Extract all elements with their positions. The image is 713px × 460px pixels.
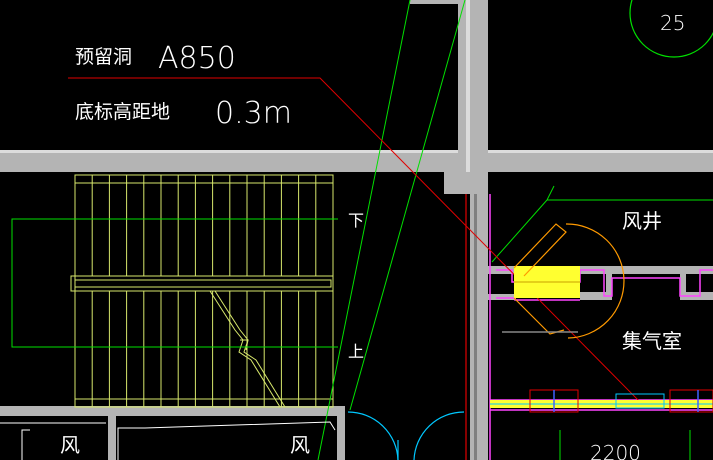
horizontal-wall — [0, 150, 713, 172]
bottom-elevation-label: 底标高距地 — [75, 101, 170, 123]
plenum-room-label: 集气室 — [622, 329, 682, 353]
stair-up-label: 上 — [348, 342, 364, 361]
reserved-opening-value: A850 — [158, 41, 236, 76]
wind-label-left: 风 — [60, 433, 80, 457]
axis-number: 25 — [660, 11, 685, 35]
reserved-opening-label: 预留洞 — [75, 46, 132, 68]
wind-shaft-label: 风井 — [622, 209, 662, 233]
canvas-background — [0, 0, 713, 460]
cad-drawing-canvas[interactable]: 下 上 预留洞 A850 底标高距地 0.3m 25 风井 集气室 2200 风… — [0, 0, 713, 460]
bottom-elevation-value: 0.3m — [215, 96, 292, 131]
wind-label-right: 风 — [290, 433, 310, 457]
vertical-wall — [458, 0, 488, 172]
dimension-2200: 2200 — [590, 441, 641, 460]
column-block — [444, 172, 488, 194]
vertical-wall-lower — [470, 194, 488, 460]
top-wall-stub — [410, 0, 458, 4]
stair-down-label: 下 — [348, 211, 364, 230]
